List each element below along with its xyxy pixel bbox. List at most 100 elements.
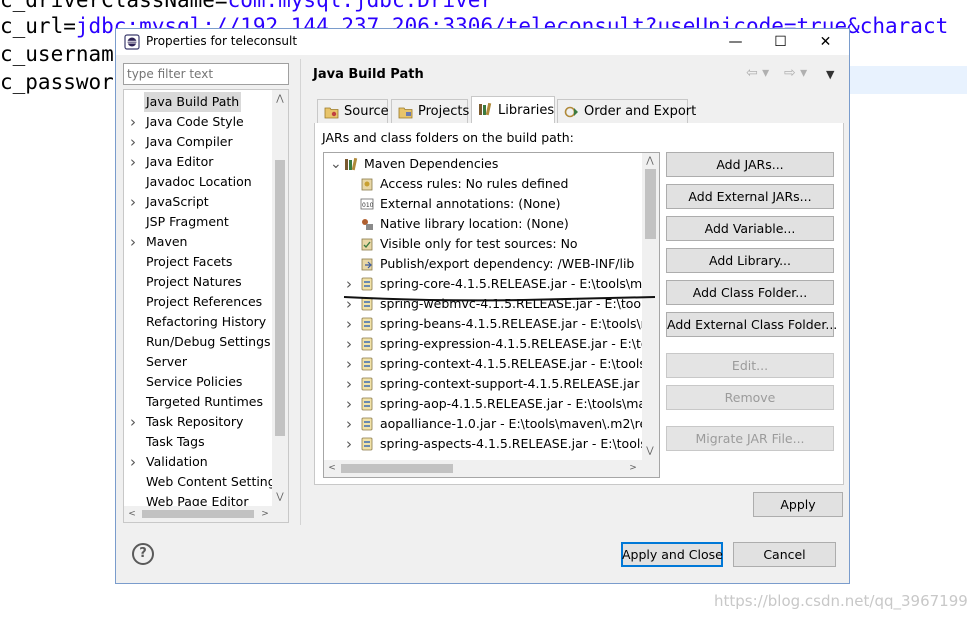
nav-item-label: JavaScript	[146, 194, 209, 209]
chevron-right-icon[interactable]: ›	[130, 452, 142, 472]
pane-divider[interactable]	[300, 59, 301, 525]
nav-item[interactable]: › Validation	[124, 452, 272, 472]
library-tree-item[interactable]: › spring-context-support-4.1.5.RELEASE.ja…	[324, 374, 659, 394]
chevron-right-icon[interactable]: ›	[130, 132, 142, 152]
nav-hscroll-thumb[interactable]	[142, 510, 254, 518]
view-menu-icon[interactable]: ▼	[826, 68, 834, 81]
minimize-button[interactable]: —	[713, 29, 758, 55]
nav-item[interactable]: › Java Compiler	[124, 132, 272, 152]
nav-item[interactable]: Task Tags	[124, 432, 272, 452]
chevron-right-icon[interactable]: ›	[346, 354, 358, 374]
edit-button[interactable]: Edit...	[666, 353, 834, 378]
chevron-right-icon[interactable]: ›	[346, 374, 358, 394]
chevron-right-icon[interactable]: ›	[346, 334, 358, 354]
nav-item[interactable]: › Java Editor	[124, 152, 272, 172]
library-tree-item[interactable]: › aopalliance-1.0.jar - E:\tools\maven\.m…	[324, 414, 659, 434]
tab-source[interactable]: Source	[317, 99, 389, 124]
nav-scroll-thumb[interactable]	[275, 160, 285, 436]
nav-item[interactable]: Run/Debug Settings	[124, 332, 272, 352]
nav-item[interactable]: › Java Code Style	[124, 112, 272, 132]
lib-horizontal-scrollbar[interactable]: < >	[324, 460, 642, 477]
add-variable-button[interactable]: Add Variable...	[666, 216, 834, 241]
chevron-right-icon[interactable]: ›	[130, 112, 142, 132]
title-bar[interactable]: Properties for teleconsult — ☐ ✕	[116, 29, 849, 55]
library-tree-item[interactable]: › spring-context-4.1.5.RELEASE.jar - E:\t…	[324, 354, 659, 374]
library-tree-item[interactable]: › spring-aspects-4.1.5.RELEASE.jar - E:\t…	[324, 434, 659, 454]
add-library-button[interactable]: Add Library...	[666, 248, 834, 273]
nav-item[interactable]: Java Build Path	[124, 92, 272, 112]
nav-horizontal-scrollbar[interactable]: < >	[124, 506, 288, 522]
scroll-up-arrow-icon[interactable]: ⋀	[273, 92, 287, 106]
library-tree-item[interactable]: Visible only for test sources: No	[324, 234, 642, 254]
nav-item[interactable]: Targeted Runtimes	[124, 392, 272, 412]
scroll-right-arrow-icon[interactable]: >	[258, 507, 272, 521]
library-tree-item[interactable]: Native library location: (None)	[324, 214, 642, 234]
lib-scroll-right-arrow-icon[interactable]: >	[626, 461, 640, 475]
nav-item[interactable]: Web Content Settings	[124, 472, 282, 492]
chevron-right-icon[interactable]: ›	[130, 412, 142, 432]
chevron-down-icon[interactable]: ⌄	[330, 154, 342, 174]
nav-item-label: Task Tags	[146, 434, 205, 449]
nav-vertical-scrollbar[interactable]: ⋀ ⋁	[272, 90, 288, 522]
add-jars-button[interactable]: Add JARs...	[666, 152, 834, 177]
library-tree-item[interactable]: Publish/export dependency: /WEB-INF/lib	[324, 254, 642, 274]
back-arrow-icon[interactable]: ⇦ ▾	[746, 65, 769, 81]
help-icon[interactable]: ?	[132, 543, 154, 565]
migrate-jar-file-button[interactable]: Migrate JAR File...	[666, 426, 834, 451]
chevron-right-icon[interactable]: ›	[346, 434, 358, 454]
native-library-icon	[362, 219, 373, 230]
nav-item-label: Targeted Runtimes	[146, 394, 263, 409]
apply-and-close-button[interactable]: Apply and Close	[621, 542, 723, 567]
lib-scroll-up-arrow-icon[interactable]: ⋀	[643, 154, 657, 168]
forward-arrow-icon[interactable]: ⇨ ▾	[784, 65, 807, 81]
add-external-jars-button[interactable]: Add External JARs...	[666, 184, 834, 209]
tab-libraries[interactable]: Libraries	[471, 96, 555, 124]
cancel-button[interactable]: Cancel	[733, 542, 836, 567]
chevron-right-icon[interactable]: ›	[130, 152, 142, 172]
library-tree-item[interactable]: › spring-core-4.1.5.RELEASE.jar - E:\tool…	[324, 274, 659, 294]
tab-order-and-export[interactable]: Order and Export	[557, 99, 696, 124]
lib-scroll-thumb[interactable]	[645, 169, 656, 239]
chevron-right-icon[interactable]: ›	[346, 414, 358, 434]
lib-hscroll-thumb[interactable]	[341, 464, 453, 473]
add-class-folder-button[interactable]: Add Class Folder...	[666, 280, 834, 305]
maximize-button[interactable]: ☐	[758, 29, 803, 55]
nav-item[interactable]: JSP Fragment	[124, 212, 272, 232]
library-item-label: Visible only for test sources: No	[380, 236, 578, 251]
nav-item-label: Task Repository	[146, 414, 244, 429]
library-item-label: spring-beans-4.1.5.RELEASE.jar - E:\tool…	[380, 316, 660, 331]
nav-item[interactable]: Server	[124, 352, 272, 372]
nav-item[interactable]: Project References	[124, 292, 272, 312]
add-external-class-folder-button[interactable]: Add External Class Folder...	[666, 312, 837, 337]
library-tree-item[interactable]: 010 External annotations: (None)	[324, 194, 642, 214]
lib-scroll-down-arrow-icon[interactable]: ⋁	[643, 444, 657, 458]
nav-item[interactable]: › Maven	[124, 232, 272, 252]
nav-item[interactable]: Refactoring History	[124, 312, 272, 332]
nav-item[interactable]: Service Policies	[124, 372, 272, 392]
library-tree-item[interactable]: ⌄ Maven Dependencies	[324, 154, 642, 174]
chevron-right-icon[interactable]: ›	[346, 274, 358, 294]
close-button[interactable]: ✕	[803, 29, 848, 55]
apply-button[interactable]: Apply	[753, 492, 843, 517]
chevron-right-icon[interactable]: ›	[130, 192, 142, 212]
remove-button[interactable]: Remove	[666, 385, 834, 410]
library-tree-item[interactable]: › spring-expression-4.1.5.RELEASE.jar - E…	[324, 334, 659, 354]
chevron-right-icon[interactable]: ›	[130, 232, 142, 252]
library-tree-item[interactable]: › spring-beans-4.1.5.RELEASE.jar - E:\too…	[324, 314, 659, 334]
library-tree-item[interactable]: › spring-aop-4.1.5.RELEASE.jar - E:\tools…	[324, 394, 659, 414]
chevron-right-icon[interactable]: ›	[346, 314, 358, 334]
nav-item[interactable]: Project Facets	[124, 252, 272, 272]
scroll-left-arrow-icon[interactable]: <	[125, 507, 139, 521]
scroll-down-arrow-icon[interactable]: ⋁	[273, 490, 287, 504]
nav-item[interactable]: Project Natures	[124, 272, 272, 292]
tab-projects[interactable]: Projects	[391, 99, 469, 124]
nav-item[interactable]: › JavaScript	[124, 192, 272, 212]
nav-item[interactable]: › Task Repository	[124, 412, 272, 432]
nav-item[interactable]: Javadoc Location	[124, 172, 272, 192]
chevron-right-icon[interactable]: ›	[346, 394, 358, 414]
lib-scroll-left-arrow-icon[interactable]: <	[325, 461, 339, 475]
libraries-icon	[479, 102, 492, 116]
filter-input[interactable]	[123, 63, 289, 85]
nav-item-label: Run/Debug Settings	[146, 334, 271, 349]
library-tree-item[interactable]: Access rules: No rules defined	[324, 174, 642, 194]
